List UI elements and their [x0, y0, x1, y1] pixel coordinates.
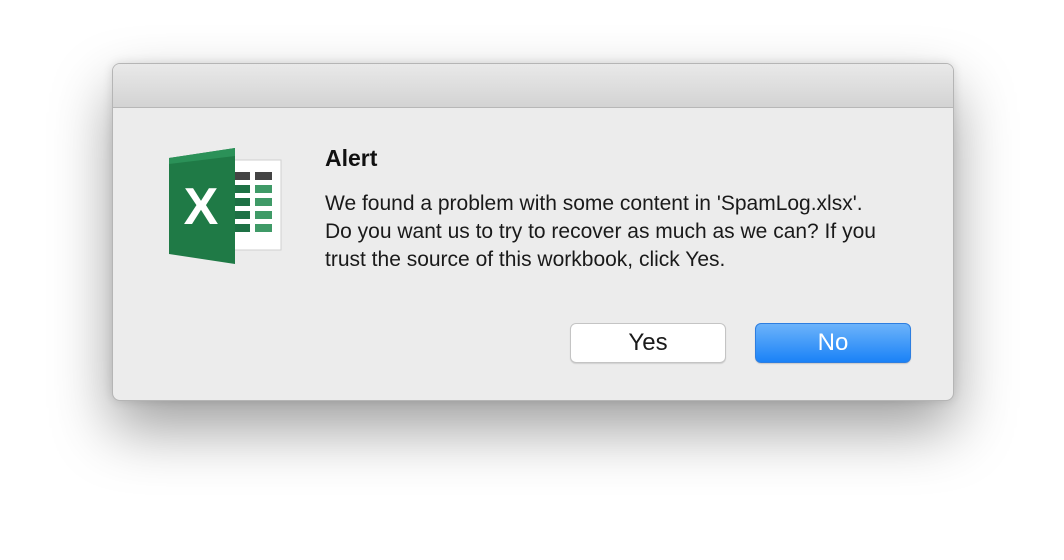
dialog-titlebar[interactable]	[113, 64, 953, 108]
alert-title: Alert	[325, 145, 378, 171]
no-button[interactable]: No	[755, 323, 911, 363]
svg-text:X: X	[184, 178, 219, 236]
excel-app-icon: X	[165, 144, 289, 268]
alert-dialog: X Alert We found a problem with some con…	[112, 63, 954, 401]
yes-button[interactable]: Yes	[570, 323, 726, 363]
alert-message: We found a problem with some content in …	[325, 192, 876, 271]
